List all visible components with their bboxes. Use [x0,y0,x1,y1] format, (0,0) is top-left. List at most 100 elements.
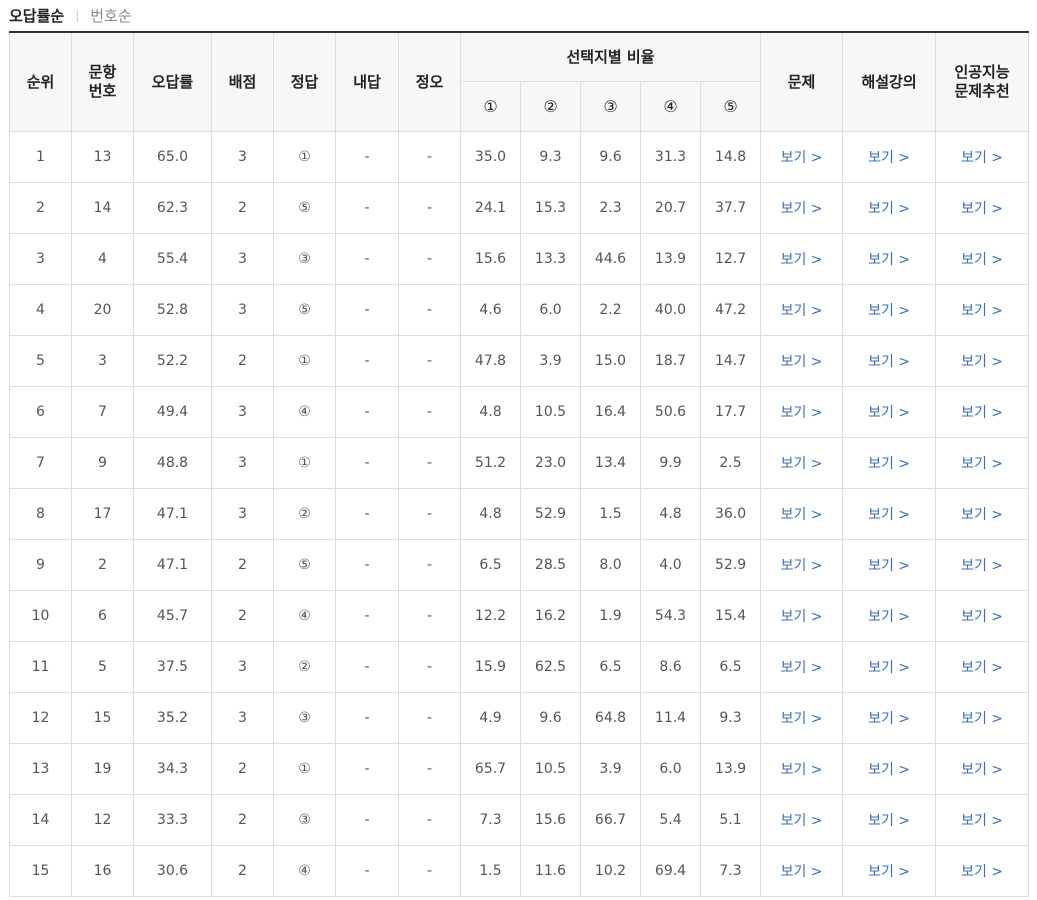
view-problem-link[interactable]: 보기 > [781,558,823,574]
choice-3-ratio-cell: 3.9 [580,743,641,795]
view-problem-link[interactable]: 보기 > [781,609,823,625]
choice-5-ratio-cell: 17.7 [699,386,762,438]
correct-wrong-cell: - [398,743,461,795]
header-rank: 순위 [9,31,72,132]
view-lecture-link[interactable]: 보기 > [868,150,910,166]
view-ai-recommend-link[interactable]: 보기 > [961,660,1003,676]
header-choice-5: ⑤ [699,81,762,132]
view-ai-recommend-link[interactable]: 보기 > [961,711,1003,727]
choice-5-ratio-cell: 14.7 [699,335,762,387]
choice-2-ratio-cell: 9.3 [520,131,581,183]
wrong-rate-cell: 62.3 [133,182,212,234]
answer-cell: ② [273,488,336,540]
view-problem-link[interactable]: 보기 > [781,201,823,217]
wrong-rate-cell: 33.3 [133,794,212,846]
sort-tab-divider: | [75,8,80,22]
view-lecture-cell: 보기 > [842,335,937,387]
view-ai-recommend-link[interactable]: 보기 > [961,354,1003,370]
points-cell: 2 [211,794,274,846]
answer-cell: ③ [273,692,336,744]
view-problem-link[interactable]: 보기 > [781,813,823,829]
view-lecture-link[interactable]: 보기 > [868,456,910,472]
points-cell: 2 [211,590,274,642]
view-ai-recommend-cell: 보기 > [935,182,1030,234]
rank-cell: 2 [9,182,72,234]
view-lecture-link[interactable]: 보기 > [868,813,910,829]
view-lecture-link[interactable]: 보기 > [868,354,910,370]
rank-cell: 4 [9,284,72,336]
sort-tab-number[interactable]: 번호순 [90,5,131,26]
view-ai-recommend-link[interactable]: 보기 > [961,507,1003,523]
view-problem-link[interactable]: 보기 > [781,456,823,472]
question-number-cell: 9 [71,437,134,489]
view-lecture-link[interactable]: 보기 > [868,660,910,676]
view-ai-recommend-link[interactable]: 보기 > [961,303,1003,319]
view-problem-link[interactable]: 보기 > [781,354,823,370]
view-problem-link[interactable]: 보기 > [781,660,823,676]
header-answer: 정답 [273,31,336,132]
view-problem-cell: 보기 > [760,386,844,438]
view-lecture-cell: 보기 > [842,437,937,489]
choice-4-ratio-cell: 9.9 [640,437,701,489]
view-problem-link[interactable]: 보기 > [781,405,823,421]
choice-4-ratio-cell: 8.6 [640,641,701,693]
header-qnum-line2: 번호 [88,82,117,100]
view-problem-link[interactable]: 보기 > [781,507,823,523]
choice-5-ratio-cell: 2.5 [699,437,762,489]
view-problem-link[interactable]: 보기 > [781,711,823,727]
correct-wrong-cell: - [398,131,461,183]
table-row: 10 6 45.7 2 ④ - -12.2 16.2 1.9 54.3 15.4 보기 > 보기 > 보기… [9,590,1030,642]
view-problem-link[interactable]: 보기 > [781,150,823,166]
my-answer-cell: - [335,284,399,336]
header-ai-recommend: 인공지능 문제추천 [935,31,1030,132]
view-lecture-link[interactable]: 보기 > [868,201,910,217]
view-ai-recommend-link[interactable]: 보기 > [961,150,1003,166]
view-ai-recommend-link[interactable]: 보기 > [961,609,1003,625]
view-ai-recommend-link[interactable]: 보기 > [961,201,1003,217]
view-ai-recommend-link[interactable]: 보기 > [961,558,1003,574]
view-lecture-link[interactable]: 보기 > [868,252,910,268]
view-problem-link[interactable]: 보기 > [781,864,823,880]
view-ai-recommend-link[interactable]: 보기 > [961,456,1003,472]
my-answer-cell: - [335,794,399,846]
view-lecture-link[interactable]: 보기 > [868,864,910,880]
view-problem-link[interactable]: 보기 > [781,303,823,319]
choice-5-ratio-cell: 6.5 [699,641,762,693]
header-qnum-line1: 문항 [88,63,117,81]
view-ai-recommend-cell: 보기 > [935,641,1030,693]
my-answer-cell: - [335,641,399,693]
view-ai-recommend-cell: 보기 > [935,386,1030,438]
view-lecture-link[interactable]: 보기 > [868,609,910,625]
my-answer-cell: - [335,488,399,540]
view-ai-recommend-link[interactable]: 보기 > [961,405,1003,421]
answer-cell: ③ [273,794,336,846]
view-lecture-link[interactable]: 보기 > [868,762,910,778]
choice-1-ratio-cell: 4.8 [460,488,521,540]
sort-tab-wrong-rate[interactable]: 오답률순 [9,5,64,26]
view-problem-cell: 보기 > [760,845,844,897]
view-problem-link[interactable]: 보기 > [781,762,823,778]
choice-3-ratio-cell: 66.7 [580,794,641,846]
view-ai-recommend-cell: 보기 > [935,590,1030,642]
view-lecture-link[interactable]: 보기 > [868,558,910,574]
my-answer-cell: - [335,233,399,285]
view-lecture-cell: 보기 > [842,131,937,183]
view-lecture-link[interactable]: 보기 > [868,303,910,319]
choice-2-ratio-cell: 10.5 [520,743,581,795]
table-row: 12 15 35.2 3 ③ - -4.9 9.6 64.8 11.4 9.3 보기 > 보기 > 보기 … [9,692,1030,744]
header-wrong-rate: 오답률 [133,31,212,132]
view-ai-recommend-link[interactable]: 보기 > [961,762,1003,778]
view-ai-recommend-link[interactable]: 보기 > [961,813,1003,829]
answer-cell: ① [273,437,336,489]
wrong-rate-cell: 37.5 [133,641,212,693]
view-problem-cell: 보기 > [760,488,844,540]
view-ai-recommend-link[interactable]: 보기 > [961,864,1003,880]
view-lecture-link[interactable]: 보기 > [868,711,910,727]
view-ai-recommend-link[interactable]: 보기 > [961,252,1003,268]
header-choice-4: ④ [640,81,701,132]
view-lecture-link[interactable]: 보기 > [868,405,910,421]
choice-4-ratio-cell: 13.9 [640,233,701,285]
my-answer-cell: - [335,590,399,642]
view-lecture-link[interactable]: 보기 > [868,507,910,523]
view-problem-link[interactable]: 보기 > [781,252,823,268]
